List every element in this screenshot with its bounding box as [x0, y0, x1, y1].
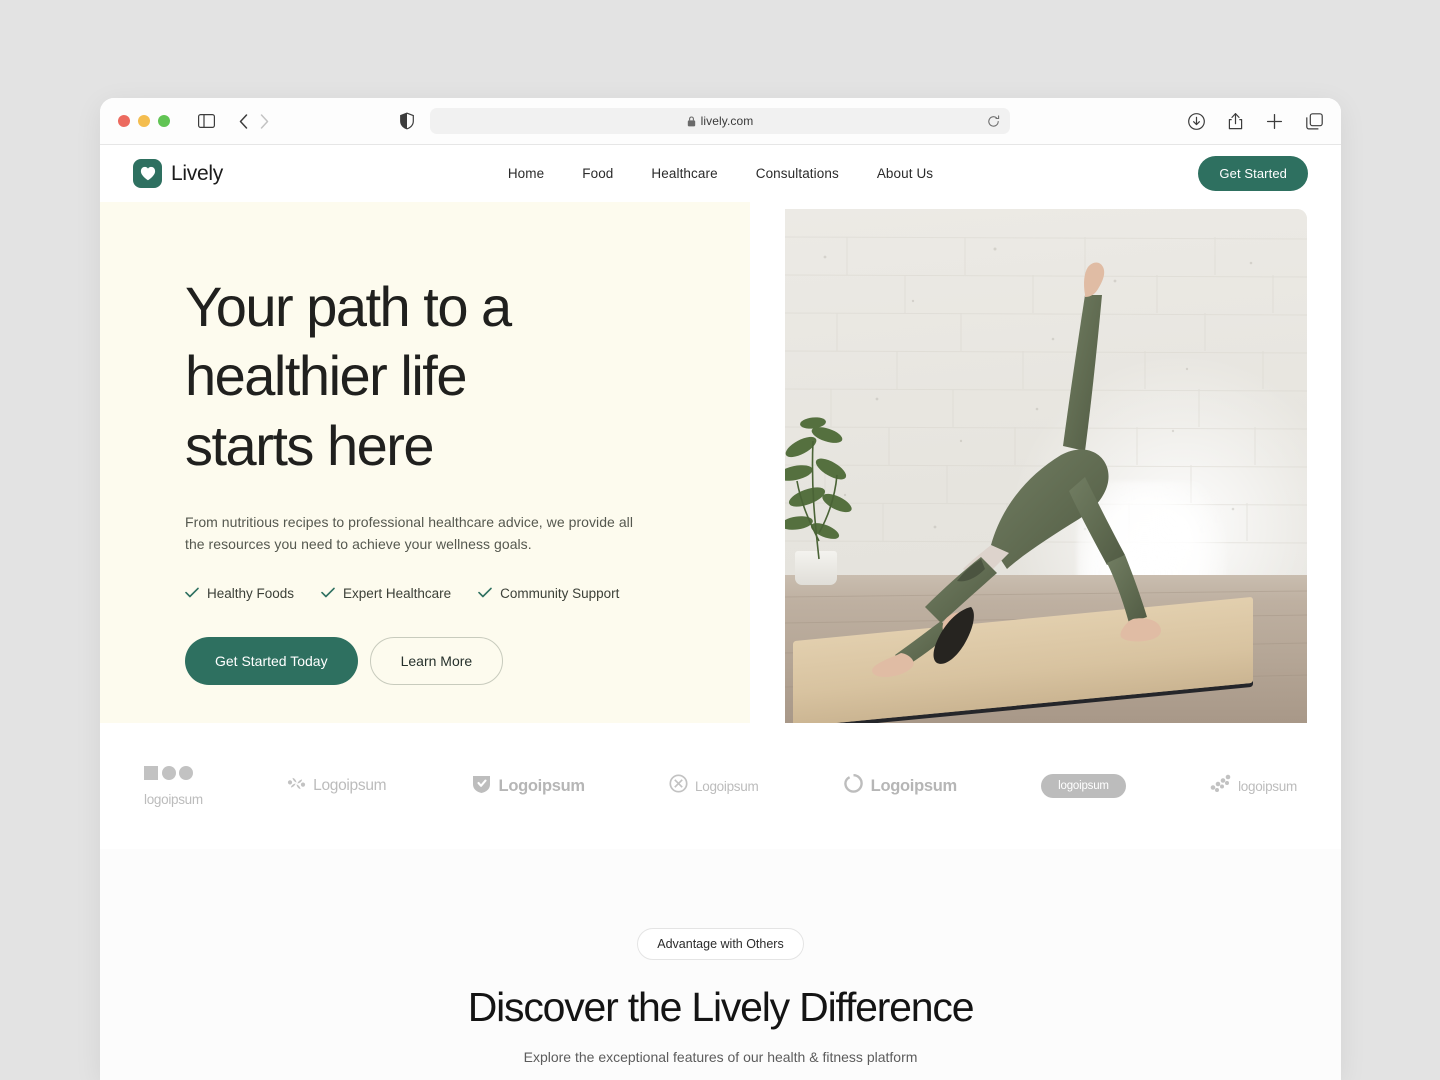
partner-logo-label: logoipsum: [1041, 774, 1126, 798]
section-title: Discover the Lively Difference: [467, 984, 975, 1030]
hero-section: Your path to a healthier life starts her…: [100, 202, 1341, 723]
browser-toolbar: lively.com: [100, 98, 1341, 145]
check-icon: [478, 586, 492, 601]
partner-logo-label: Logoipsum: [313, 777, 387, 794]
header-get-started-button[interactable]: Get Started: [1198, 156, 1308, 191]
browser-window: lively.com Lively Home Food Healthcare C…: [100, 98, 1341, 1080]
forward-arrow-icon[interactable]: [260, 113, 269, 129]
section-subtitle: Explore the exceptional features of our …: [523, 1049, 918, 1065]
nav-item-consultations[interactable]: Consultations: [756, 166, 839, 181]
reload-icon[interactable]: [987, 114, 1000, 128]
partner-logo-7: logoipsum: [1210, 774, 1297, 798]
hero-cta-group: Get Started Today Learn More: [185, 636, 750, 685]
get-started-today-button[interactable]: Get Started Today: [185, 636, 358, 685]
squares-circles-icon: [144, 765, 194, 786]
pinwheel-icon: [287, 774, 306, 798]
minimize-button[interactable]: [138, 115, 150, 127]
nav-item-food[interactable]: Food: [582, 166, 613, 181]
close-button[interactable]: [118, 115, 130, 127]
advantage-section: Advantage with Others Discover the Livel…: [100, 849, 1341, 1080]
url-text: lively.com: [700, 114, 754, 128]
heart-icon: [133, 159, 162, 188]
partner-logo-4: Logoipsum: [669, 774, 759, 798]
tab-overview-icon[interactable]: [1306, 112, 1323, 130]
address-bar[interactable]: lively.com: [430, 108, 1010, 134]
downloads-icon[interactable]: [1188, 112, 1205, 130]
partner-logo-label: Logoipsum: [870, 776, 958, 795]
maximize-button[interactable]: [158, 115, 170, 127]
sidebar-toggle-icon[interactable]: [198, 114, 215, 128]
nav-item-home[interactable]: Home: [508, 166, 544, 181]
shield-icon: [471, 773, 492, 799]
blob-icon: [843, 773, 864, 799]
check-icon: [185, 586, 199, 601]
brand-name: Lively: [171, 161, 223, 185]
partner-logo-2: Logoipsum: [287, 774, 387, 798]
share-icon[interactable]: [1228, 112, 1243, 130]
hero-feature-list: Healthy Foods Expert Healthcare Communit…: [185, 586, 750, 601]
yoga-figure: [872, 262, 1161, 677]
dots-icon: [1210, 774, 1231, 798]
hero-subtitle: From nutritious recipes to professional …: [185, 514, 633, 553]
window-controls: [118, 115, 170, 127]
hero-image: [785, 209, 1307, 723]
toolbar-right-actions: [1188, 112, 1323, 130]
privacy-shield-icon[interactable]: [400, 112, 414, 130]
navigation-arrows: [239, 113, 269, 129]
partner-logo-strip: logoipsum Logoipsum Logoipsum Logoipsum …: [100, 723, 1341, 849]
lock-icon: [687, 115, 696, 127]
partner-logo-1: logoipsum: [144, 765, 203, 807]
partner-logo-label: logoipsum: [1238, 778, 1297, 794]
partner-logo-3: Logoipsum: [471, 773, 585, 799]
site-header: Lively Home Food Healthcare Consultation…: [100, 145, 1341, 202]
hero-content: Your path to a healthier life starts her…: [100, 202, 750, 723]
partner-logo-label: Logoipsum: [695, 778, 759, 794]
brand-logo[interactable]: Lively: [133, 159, 223, 188]
learn-more-button[interactable]: Learn More: [369, 636, 504, 685]
back-arrow-icon[interactable]: [239, 113, 248, 129]
feature-label: Healthy Foods: [207, 585, 295, 601]
check-icon: [321, 586, 335, 601]
partner-logo-6: logoipsum: [1041, 774, 1126, 798]
nav-item-healthcare[interactable]: Healthcare: [651, 166, 717, 181]
feature-community-support: Community Support: [478, 586, 619, 601]
section-badge: Advantage with Others: [637, 928, 804, 960]
feature-label: Expert Healthcare: [343, 585, 452, 601]
feature-expert-healthcare: Expert Healthcare: [321, 586, 451, 601]
partner-logo-label: logoipsum: [144, 792, 203, 807]
feature-healthy-foods: Healthy Foods: [185, 586, 294, 601]
partner-logo-5: Logoipsum: [843, 773, 957, 799]
feature-label: Community Support: [500, 585, 620, 601]
partner-logo-label: Logoipsum: [498, 776, 586, 795]
circle-x-icon: [669, 774, 688, 798]
main-navigation: Home Food Healthcare Consultations About…: [508, 166, 933, 181]
new-tab-icon[interactable]: [1266, 113, 1283, 130]
nav-item-about-us[interactable]: About Us: [877, 166, 933, 181]
hero-title: Your path to a healthier life starts her…: [185, 275, 512, 477]
